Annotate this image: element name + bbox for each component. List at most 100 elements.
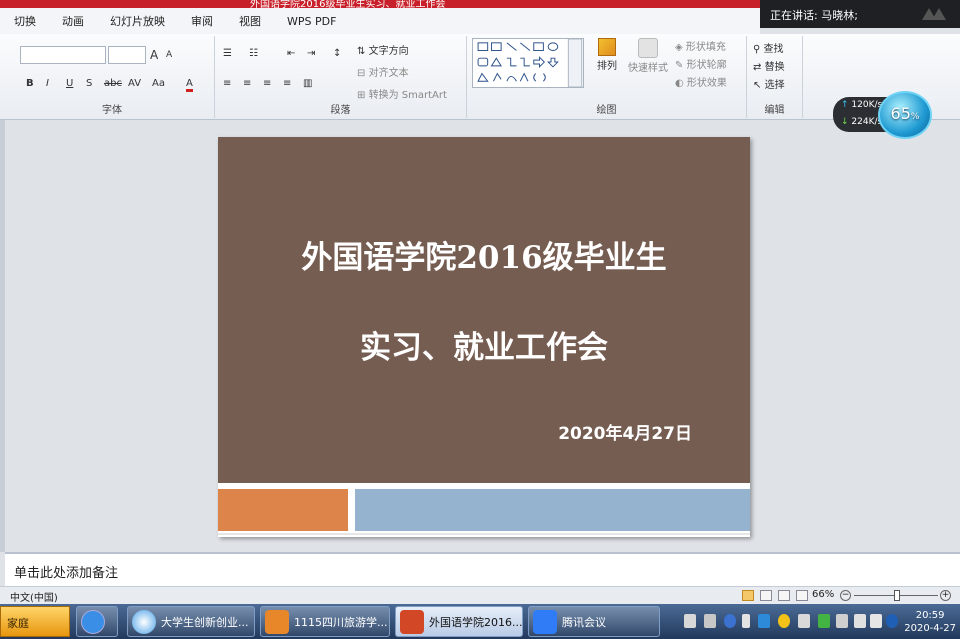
slideshow-view-icon[interactable] [796,590,808,601]
text-direction-icon: ⇅ [357,46,366,57]
tray-app-icon[interactable] [684,614,696,628]
grow-font-button[interactable]: A [150,48,158,62]
notes-pane[interactable]: 单击此处添加备注 [5,552,960,586]
bold-button[interactable]: B [26,78,34,89]
line-spacing-icon[interactable]: ↕ [333,48,341,59]
text-direction-button[interactable]: ⇅ 文字方向 [357,42,409,57]
taskbar: 家庭 大学生创新创业... 1115四川旅游学... 外国语学院2016... … [0,604,960,639]
editing-group: ⚲ 查找 ⇄ 替换 ↖ 选择 编辑 [747,36,803,118]
text-direction-label: 文字方向 [368,46,409,57]
font-size-box[interactable] [108,46,146,64]
pen-icon[interactable] [742,614,750,628]
underline-button[interactable]: U [66,78,73,89]
align-text-label: 对齐文本 [368,68,409,79]
battery-icon[interactable] [870,614,882,628]
qq-icon[interactable] [778,614,790,628]
powerpoint-icon [400,609,424,634]
shadow-button[interactable]: S [86,78,92,89]
shape-fill-icon: ◈ [675,42,683,53]
slide-divider [218,483,750,486]
shield-icon[interactable] [758,614,770,628]
zoom-thumb[interactable] [893,590,900,601]
replace-icon: ⇄ [753,62,762,73]
reading-view-icon[interactable] [778,590,790,601]
arrange-button[interactable]: 排列 [594,38,620,72]
system-clock[interactable]: 20:59 2020-4-27 [904,609,956,635]
columns-icon[interactable]: ▥ [303,78,312,89]
tab-slideshow[interactable]: 幻灯片放映 [110,13,165,29]
font-color-button[interactable]: A [186,78,193,92]
start-button[interactable]: 家庭 [0,606,70,637]
tab-animations[interactable]: 动画 [62,13,84,29]
slide-title-line2[interactable]: 实习、就业工作会 [218,322,750,367]
taskbar-pinned-app[interactable] [76,606,118,637]
strikethrough-button[interactable]: abc [104,78,122,89]
bluetooth-icon[interactable] [886,614,898,628]
slide-title-line1[interactable]: 外国语学院2016级毕业生 [218,232,750,277]
font-group-label: 字体 [102,105,122,116]
shape-fill-label: 形状填充 [685,42,726,53]
align-text-button[interactable]: ⊟ 对齐文本 [357,64,409,79]
taskbar-app-tencent-meeting[interactable]: 腾讯会议 [528,606,660,637]
quick-styles-button[interactable]: 快速样式 [627,38,669,74]
tab-transitions[interactable]: 切换 [14,13,36,29]
slide-date[interactable]: 2020年4月27日 [558,419,692,444]
tab-review[interactable]: 审阅 [191,13,213,29]
paragraph-group: ☰ ☷ ⇤ ⇥ ↕ ≡ ≡ ≡ ≡ ▥ ⇅ 文字方向 ⊟ 对齐文本 ⊞ 转换为 … [215,36,467,118]
align-right-icon[interactable]: ≡ [263,78,271,89]
normal-view-icon[interactable] [742,590,754,601]
find-label: 查找 [763,44,784,55]
tab-wps-pdf[interactable]: WPS PDF [287,15,336,28]
taskbar-app-label: 大学生创新创业... [161,615,249,629]
shape-fill-button[interactable]: ◈ 形状填充 [675,38,726,53]
bullets-icon[interactable]: ☰ [223,48,232,59]
numbering-icon[interactable]: ☷ [249,48,258,59]
smartart-icon: ⊞ [357,90,366,101]
taskbar-app-label: 1115四川旅游学... [294,615,388,629]
select-label: 选择 [764,80,785,91]
help-icon[interactable] [724,614,736,628]
taskbar-app-powerpoint[interactable]: 外国语学院2016... [395,606,523,637]
taskbar-app-pdf[interactable]: 1115四川旅游学... [260,606,390,637]
replace-button[interactable]: ⇄ 替换 [753,58,785,73]
justify-icon[interactable]: ≡ [283,78,291,89]
find-button[interactable]: ⚲ 查找 [753,40,784,55]
zoom-in-icon[interactable]: + [940,590,951,601]
network-icon[interactable] [836,614,848,628]
smartart-label: 转换为 SmartArt [368,90,447,101]
system-tray: 20:59 2020-4-27 [664,608,960,636]
smartart-button[interactable]: ⊞ 转换为 SmartArt [357,86,447,101]
replace-label: 替换 [764,62,785,73]
status-bar: 中文(中国) 66% − + [0,586,960,604]
char-spacing-button[interactable]: AV [128,78,141,89]
align-left-icon[interactable]: ≡ [223,78,231,89]
shape-effects-button[interactable]: ◐ 形状效果 [675,74,727,89]
wechat-icon[interactable] [818,614,830,628]
arrange-icon [598,38,616,56]
change-case-button[interactable]: Aa [152,78,165,89]
italic-button[interactable]: I [46,78,49,89]
zoom-slider[interactable]: − + [840,590,952,602]
current-slide[interactable]: 外国语学院2016级毕业生 实习、就业工作会 2020年4月27日 [218,137,750,537]
zoom-out-icon[interactable]: − [840,590,851,601]
decrease-indent-icon[interactable]: ⇤ [287,48,295,59]
signal-icon[interactable] [798,614,810,628]
select-button[interactable]: ↖ 选择 [753,76,785,91]
ribbon-tabs: 切换 动画 幻灯片放映 审阅 视图 WPS PDF [0,8,760,34]
align-center-icon[interactable]: ≡ [243,78,251,89]
slide-sorter-icon[interactable] [760,590,772,601]
font-name-box[interactable] [20,46,106,64]
shapes-gallery[interactable] [472,38,584,88]
shape-outline-button[interactable]: ✎ 形状轮廓 [675,56,727,71]
increase-indent-icon[interactable]: ⇥ [307,48,315,59]
taskbar-app-browser[interactable]: 大学生创新创业... [127,606,255,637]
keyboard-icon[interactable] [704,614,716,628]
quick-styles-label: 快速样式 [628,63,668,74]
volume-icon[interactable] [854,614,866,628]
zoom-level[interactable]: 66% [812,589,834,600]
memory-usage-ball[interactable]: 65% [878,91,932,139]
shrink-font-button[interactable]: A [166,50,172,60]
language-indicator[interactable]: 中文(中国) [10,589,58,604]
notes-placeholder: 单击此处添加备注 [14,566,119,581]
tab-view[interactable]: 视图 [239,13,261,29]
